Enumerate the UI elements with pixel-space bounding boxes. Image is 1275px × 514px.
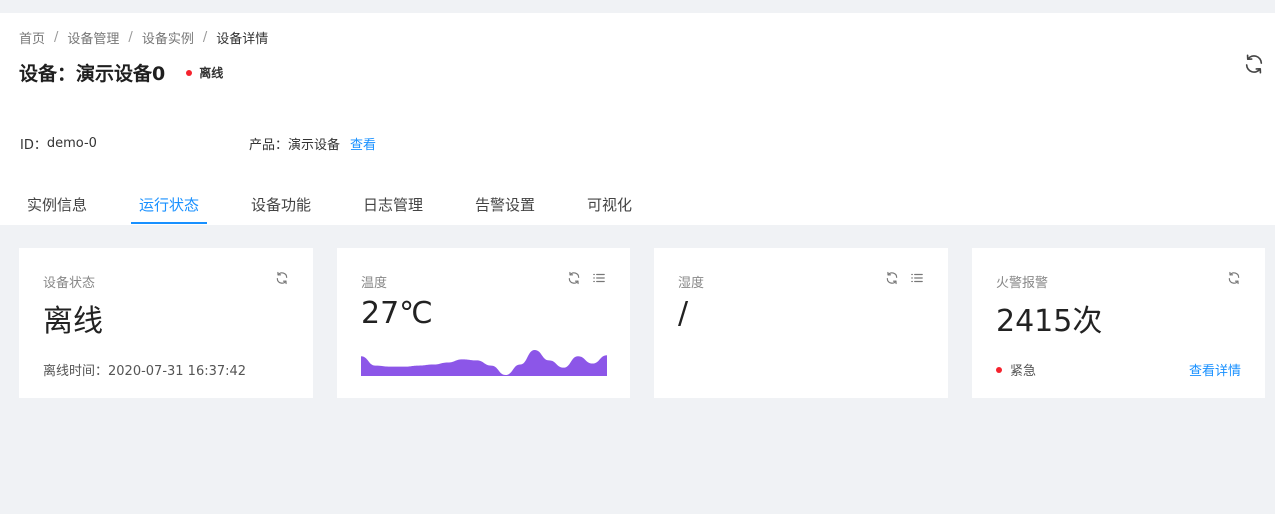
tab-bar: 实例信息 运行状态 设备功能 日志管理 告警设置 可视化 [0, 191, 1275, 225]
refresh-icon[interactable] [885, 271, 899, 285]
temperature-sparkline [361, 350, 607, 376]
title-row: 设备：演示设备0 离线 [19, 59, 223, 86]
view-product-link[interactable]: 查看 [350, 134, 376, 153]
tab-visualization[interactable]: 可视化 [587, 191, 632, 225]
alarm-level-dot [996, 366, 1002, 373]
breadcrumb: 首页 / 设备管理 / 设备实例 / 设备详情 [19, 28, 268, 47]
card-value: / [678, 296, 689, 331]
card-value: 离线 [43, 304, 103, 339]
refresh-icon[interactable] [1227, 271, 1241, 285]
tab-running-status[interactable]: 运行状态 [130, 191, 208, 225]
breadcrumb-device-detail: 设备详情 [216, 32, 269, 47]
card-label: 湿度 [678, 276, 705, 291]
card-label: 温度 [361, 276, 388, 291]
product-label: 产品： [249, 138, 289, 153]
offline-time: 离线时间：2020-07-31 16:37:42 [43, 360, 246, 379]
breadcrumb-home[interactable]: 首页 [19, 28, 45, 47]
list-icon[interactable] [592, 271, 606, 285]
page-header: 首页 / 设备管理 / 设备实例 / 设备详情 设备：演示设备0 离线 ID： … [0, 13, 1275, 225]
alarm-level: 紧急 [996, 360, 1036, 379]
card-actions [567, 271, 606, 285]
sparkline-area [361, 350, 607, 376]
product-value: 演示设备 [288, 138, 341, 153]
humidity-card: 湿度 / [654, 248, 948, 398]
refresh-icon[interactable] [567, 271, 581, 285]
tab-log-management[interactable]: 日志管理 [363, 191, 423, 225]
alarm-level-text: 紧急 [1010, 364, 1037, 379]
refresh-icon[interactable] [1243, 53, 1265, 75]
breadcrumb-separator: / [54, 30, 59, 45]
tab-alarm-settings[interactable]: 告警设置 [475, 191, 535, 225]
card-actions [1227, 271, 1241, 285]
fire-alarm-card: 火警报警 2415次 紧急 查看详情 [972, 248, 1265, 398]
breadcrumb-separator: / [128, 30, 133, 45]
breadcrumb-device-instance[interactable]: 设备实例 [142, 28, 194, 47]
status-badge: 离线 [199, 66, 224, 80]
offline-time-text: 离线时间：2020-07-31 16:37:42 [43, 364, 247, 379]
card-label: 火警报警 [996, 276, 1049, 291]
card-actions [885, 271, 924, 285]
temperature-card: 温度 27℃ [337, 248, 630, 398]
breadcrumb-device-management[interactable]: 设备管理 [67, 28, 119, 47]
breadcrumb-separator: / [202, 30, 208, 45]
card-value: 27℃ [361, 296, 433, 331]
product-row: 产品： 演示设备 查看 [249, 134, 376, 153]
device-id-value: demo-0 [46, 136, 97, 151]
tab-device-functions[interactable]: 设备功能 [251, 191, 311, 225]
device-status-card: 设备状态 离线 离线时间：2020-07-31 16:37:42 [19, 248, 313, 398]
view-details-link[interactable]: 查看详情 [1189, 360, 1241, 379]
refresh-icon[interactable] [275, 271, 289, 285]
tab-instance-info[interactable]: 实例信息 [27, 191, 87, 225]
device-id-row: ID： demo-0 [20, 134, 97, 153]
device-id-label: ID： [20, 138, 47, 153]
card-actions [275, 271, 289, 285]
list-icon[interactable] [910, 271, 924, 285]
page-title: 设备：演示设备0 [19, 63, 166, 85]
card-value: 2415次 [996, 304, 1103, 339]
card-label: 设备状态 [43, 276, 96, 291]
status-dot [186, 69, 193, 76]
